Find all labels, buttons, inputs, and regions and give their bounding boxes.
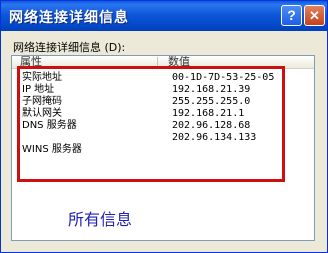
close-icon: ✕: [309, 8, 320, 23]
help-icon: ?: [287, 7, 296, 23]
help-button[interactable]: ?: [281, 5, 302, 26]
annotation-text: 所有信息: [68, 210, 133, 229]
details-listview[interactable]: 属性 数值 实际地址 00-1D-7D-53-25-05 IP 地址 192.1…: [11, 55, 315, 241]
title-bar[interactable]: 网络连接详细信息 ? ✕: [1, 1, 327, 31]
details-label: 网络连接详细信息 (D):: [13, 41, 126, 54]
window-title: 网络连接详细信息: [9, 10, 129, 26]
network-details-window: 网络连接详细信息 ? ✕ 网络连接详细信息 (D): 属性 数值 实际地址 00…: [0, 0, 328, 253]
annotation-highlight-box: [17, 66, 285, 182]
close-button[interactable]: ✕: [304, 5, 325, 26]
